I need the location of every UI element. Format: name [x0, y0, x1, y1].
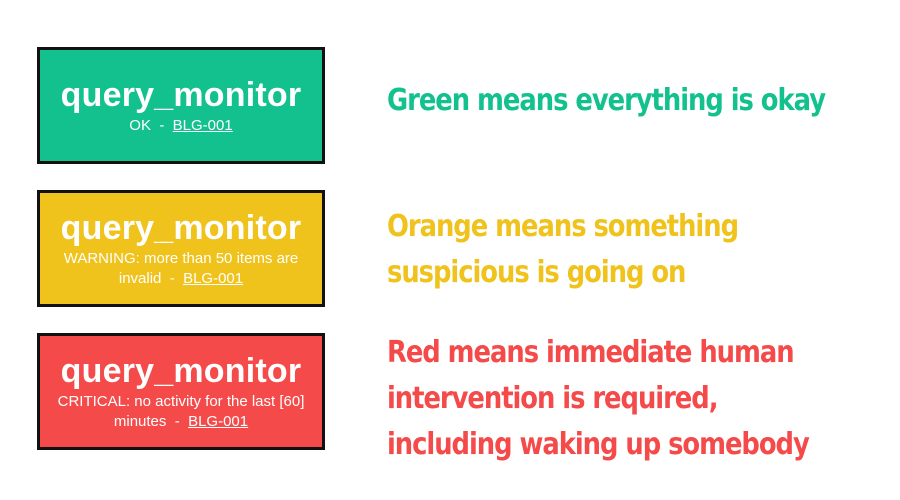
status-separator: - — [150, 116, 173, 134]
status-text: OK — [129, 116, 151, 134]
status-line: CRITICAL: no activity for the last [60] … — [40, 392, 322, 432]
ticket-link[interactable]: BLG-001 — [173, 117, 233, 134]
caption-warning: Orange means something suspicious is goi… — [387, 204, 817, 296]
status-line: OK - BLG-001 — [119, 116, 242, 136]
ticket-link[interactable]: BLG-001 — [188, 413, 248, 430]
ticket-link[interactable]: BLG-001 — [183, 270, 243, 287]
caption-ok: Green means everything is okay — [387, 78, 826, 124]
caption-critical: Red means immediate human intervention i… — [387, 330, 817, 468]
status-card-warning: query_monitor WARNING: more than 50 item… — [37, 190, 325, 307]
caption-line: including waking up somebody — [387, 427, 810, 462]
caption-line: Green means everything is okay — [387, 83, 826, 118]
caption-line: Red means immediate human — [387, 335, 795, 370]
status-card-ok: query_monitor OK - BLG-001 — [37, 47, 325, 164]
status-card-critical: query_monitor CRITICAL: no activity for … — [37, 333, 325, 450]
caption-line: suspicious is going on — [387, 255, 686, 290]
status-separator: - — [161, 269, 184, 287]
caption-line: intervention is required, — [387, 381, 719, 416]
monitor-name: query_monitor — [60, 208, 302, 247]
monitor-name: query_monitor — [60, 351, 302, 390]
status-line: WARNING: more than 50 items are invalid … — [40, 249, 322, 289]
caption-line: Orange means something — [387, 209, 739, 244]
monitor-name: query_monitor — [60, 75, 302, 114]
status-separator: - — [166, 412, 189, 430]
